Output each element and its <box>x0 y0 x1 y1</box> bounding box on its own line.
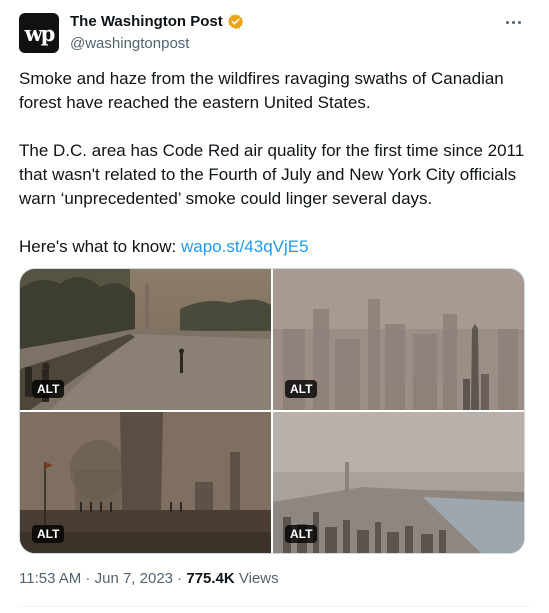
tweet-paragraph-3: Here's what to know: wapo.st/43qVjE5 <box>19 235 531 259</box>
more-options-icon[interactable] <box>501 12 525 32</box>
lincoln-memorial-reflecting-pool-image[interactable]: ALT <box>20 269 271 410</box>
verified-badge-icon <box>227 14 244 29</box>
views-label: Views <box>234 570 279 587</box>
tweet-card: wp The Washington Post @washingtonpost S… <box>0 0 549 613</box>
author-display-name[interactable]: The Washington Post <box>70 13 223 30</box>
alt-badge[interactable]: ALT <box>32 525 65 543</box>
tweet-paragraph-2: The D.C. area has Code Red air quality f… <box>19 141 525 208</box>
divider <box>19 606 530 607</box>
author-name-row: The Washington Post <box>70 13 244 30</box>
tweet-time[interactable]: 11:53 AM <box>19 570 81 587</box>
tweet-link[interactable]: wapo.st/43qVjE5 <box>181 237 309 256</box>
alt-badge[interactable]: ALT <box>285 525 318 543</box>
media-grid: ALT ALT ALT ALT <box>19 268 525 554</box>
tweet-paragraph-1: Smoke and haze from the wildfires ravagi… <box>19 69 504 112</box>
author-handle[interactable]: @washingtonpost <box>70 35 189 52</box>
new-york-skyline-haze-image[interactable]: ALT <box>273 269 524 410</box>
tweet-meta: 11:53 AM · Jun 7, 2023 · 775.4K Views <box>19 570 279 587</box>
avatar[interactable]: wp <box>19 13 59 53</box>
avatar-logo-text: wp <box>24 20 56 46</box>
washington-monument-haze-image[interactable]: ALT <box>20 412 271 553</box>
tweet-paragraph-3-prefix: Here's what to know: <box>19 237 181 256</box>
alt-badge[interactable]: ALT <box>285 380 318 398</box>
views-count: 775.4K <box>186 570 235 587</box>
meta-separator: · <box>173 570 187 587</box>
meta-separator: · <box>81 570 95 587</box>
tweet-date[interactable]: Jun 7, 2023 <box>95 570 173 587</box>
manhattan-aerial-haze-image[interactable]: ALT <box>273 412 524 553</box>
alt-badge[interactable]: ALT <box>32 380 65 398</box>
tweet-text: Smoke and haze from the wildfires ravagi… <box>19 67 531 259</box>
